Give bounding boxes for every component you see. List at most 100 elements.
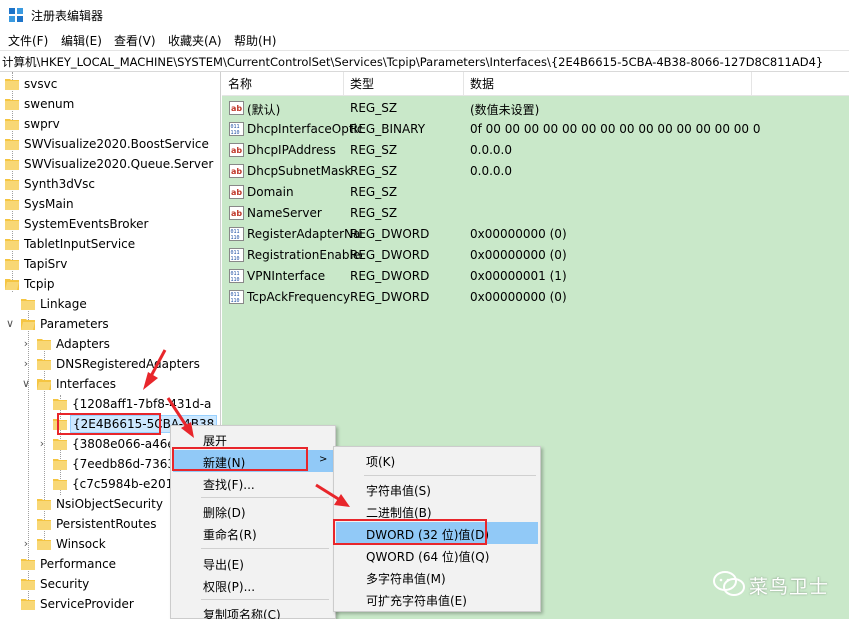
value-row[interactable]: ab DhcpIPAddress REG_SZ 0.0.0.0: [222, 140, 849, 161]
menu-separator: [201, 497, 329, 498]
folder-icon: [37, 339, 51, 350]
folder-icon: [37, 519, 51, 530]
value-row[interactable]: 011 110 RegistrationEnabled REG_DWORD 0x0…: [222, 245, 849, 266]
folder-open-icon: [37, 379, 51, 390]
value-type: REG_BINARY: [350, 122, 426, 136]
collapse-chevron-icon[interactable]: ∨: [5, 317, 15, 331]
string-value-icon: ab: [229, 206, 244, 220]
expand-chevron-icon[interactable]: ›: [37, 437, 47, 451]
value-data: 0x00000001 (1): [470, 269, 567, 283]
value-data: 0x00000000 (0): [470, 248, 567, 262]
svg-text:ab: ab: [231, 188, 242, 197]
menu-item-label: 删除(D): [203, 506, 246, 520]
tree-item-label: Synth3dVsc: [24, 177, 95, 191]
menu-edit[interactable]: 编辑(E): [61, 32, 102, 49]
value-name: VPNInterface: [247, 269, 326, 283]
value-data: 0.0.0.0: [470, 143, 512, 157]
folder-icon: [5, 219, 19, 230]
address-bar[interactable]: 计算机\HKEY_LOCAL_MACHINE\SYSTEM\CurrentCon…: [0, 50, 849, 72]
folder-icon: [5, 159, 19, 170]
watermark: 菜鸟卫士: [712, 570, 832, 600]
menu-item-find[interactable]: 查找(F)...: [173, 472, 333, 494]
folder-icon: [21, 299, 35, 310]
svg-text:110: 110: [231, 235, 240, 241]
tree-item-label: TapiSrv: [24, 257, 68, 271]
value-name: DhcpInterfaceOptions: [247, 122, 362, 136]
menu-favorites[interactable]: 收藏夹(A): [168, 32, 222, 49]
tree-item-label: Security: [40, 577, 90, 591]
value-type: REG_SZ: [350, 101, 398, 115]
folder-icon: [5, 99, 19, 110]
collapse-chevron-icon[interactable]: ∨: [21, 377, 31, 391]
tree-item-label: svsvc: [24, 77, 58, 91]
value-type: REG_DWORD: [350, 290, 430, 304]
value-name: RegisterAdapterName: [247, 227, 362, 241]
folder-icon: [21, 559, 35, 570]
menu-item-copy-key-name[interactable]: 复制项名称(C): [173, 602, 333, 619]
string-value-icon: ab: [229, 143, 244, 157]
value-row[interactable]: ab NameServer REG_SZ: [222, 203, 849, 224]
submenu-arrow-icon: >: [319, 454, 328, 465]
expand-chevron-icon[interactable]: ›: [21, 537, 31, 551]
tree-item-label: SysMain: [24, 197, 74, 211]
column-header-data[interactable]: 数据: [464, 72, 752, 96]
value-data: 0x00000000 (0): [470, 227, 567, 241]
binary-value-icon: 011110: [229, 269, 244, 283]
svg-text:110: 110: [231, 130, 240, 136]
menu-help[interactable]: 帮助(H): [234, 32, 276, 49]
menu-item-rename[interactable]: 重命名(R): [173, 522, 333, 544]
title-bar: 注册表编辑器: [0, 0, 849, 30]
value-row[interactable]: 011110 RegisterAdapterName REG_DWORD 0x0…: [222, 224, 849, 245]
expand-chevron-icon[interactable]: ›: [21, 337, 31, 351]
value-row[interactable]: ab (默认) REG_SZ (数值未设置): [222, 98, 849, 119]
menu-item-new-expandable-string[interactable]: 可扩充字符串值(E): [336, 588, 538, 610]
folder-icon: [37, 359, 51, 370]
menu-view[interactable]: 查看(V): [114, 32, 156, 49]
value-row[interactable]: 011110 DhcpInterfaceOptions REG_BINARY 0…: [222, 119, 849, 140]
menu-item-permissions[interactable]: 权限(P)...: [173, 574, 333, 596]
menu-item-label: 项(K): [366, 455, 396, 469]
svg-text:ab: ab: [231, 104, 242, 113]
folder-open-icon: [5, 279, 19, 290]
tree-item-label: swenum: [24, 97, 75, 111]
menu-item-new-string[interactable]: 字符串值(S): [336, 478, 538, 500]
value-row[interactable]: ab DhcpSubnetMask REG_SZ 0.0.0.0: [222, 161, 849, 182]
svg-text:110: 110: [231, 277, 240, 283]
tree-item-label: Tcpip: [24, 277, 55, 291]
svg-text:ab: ab: [231, 146, 242, 155]
string-value-icon: ab: [229, 185, 244, 199]
value-row[interactable]: 011 110 VPNInterface REG_DWORD 0x00000001…: [222, 266, 849, 287]
tree-item-label: {c7c5984b-e201-: [72, 477, 178, 491]
column-header-type[interactable]: 类型: [344, 72, 464, 96]
folder-icon: [5, 139, 19, 150]
value-type: REG_SZ: [350, 185, 398, 199]
tree-item-label: {7eedb86d-7363: [72, 457, 176, 471]
tree-item-label: Parameters: [40, 317, 109, 331]
tree-item-label: {3808e066-a46e-: [72, 437, 180, 451]
folder-icon: [5, 119, 19, 130]
menu-item-new-multi-string[interactable]: 多字符串值(M): [336, 566, 538, 588]
menu-separator: [364, 475, 536, 476]
tree-item-label: Winsock: [56, 537, 106, 551]
menu-file[interactable]: 文件(F): [8, 32, 48, 49]
menu-item-export[interactable]: 导出(E): [173, 552, 333, 574]
menu-item-delete[interactable]: 删除(D): [173, 500, 333, 522]
address-path[interactable]: 计算机\HKEY_LOCAL_MACHINE\SYSTEM\CurrentCon…: [2, 54, 823, 70]
value-row[interactable]: ab Domain REG_SZ: [222, 182, 849, 203]
menu-item-label: 查找(F)...: [203, 478, 255, 492]
value-name: DhcpIPAddress: [247, 143, 336, 157]
value-row[interactable]: 011 110 TcpAckFrequency REG_DWORD 0x00000…: [222, 287, 849, 308]
menu-item-new-qword[interactable]: QWORD (64 位)值(Q): [336, 544, 538, 566]
folder-icon: [37, 539, 51, 550]
value-data: 0f 00 00 00 00 00 00 00 00 00 00 00 00 0…: [470, 122, 760, 136]
tree-item-label: ServiceProvider: [40, 597, 134, 611]
menu-item-new-key[interactable]: 项(K): [336, 449, 538, 471]
expand-chevron-icon[interactable]: ›: [21, 357, 31, 371]
folder-icon: [21, 599, 35, 610]
column-header-name[interactable]: 名称: [222, 72, 344, 96]
tree-item-label: swprv: [24, 117, 60, 131]
tree-item-label: SystemEventsBroker: [24, 217, 149, 231]
list-header: 名称 类型 数据: [222, 72, 849, 96]
value-name: DhcpSubnetMask: [247, 164, 352, 178]
binary-value-icon: 011110: [229, 122, 244, 136]
